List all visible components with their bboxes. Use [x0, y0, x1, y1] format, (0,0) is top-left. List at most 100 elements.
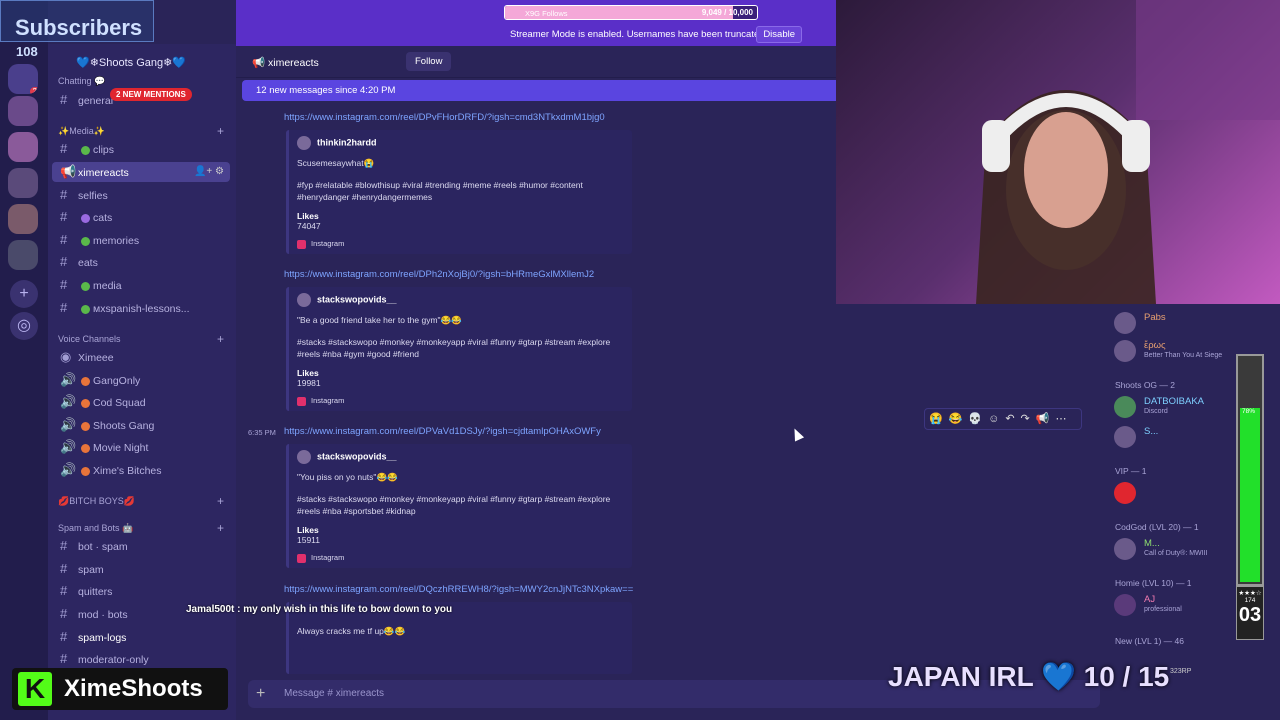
- server-name[interactable]: 💙❄Shoots Gang❄💙: [76, 56, 186, 69]
- server-icon[interactable]: 2: [8, 64, 38, 94]
- embed-author[interactable]: stackswopovids__: [297, 293, 624, 307]
- channel-moderator-only[interactable]: # moderator-only: [52, 649, 230, 669]
- goal-number: 03: [1238, 604, 1262, 626]
- avatar: [1114, 396, 1136, 418]
- role-header: VIP — 1: [1115, 466, 1147, 476]
- embed-likes-label: Likes: [297, 525, 319, 535]
- server-icon[interactable]: [8, 132, 38, 162]
- channel-ximereacts[interactable]: 📢 ximereacts 👤+ ⚙: [52, 162, 230, 182]
- message-actions-toolbar[interactable]: 😭😂💀☺↶↷📢⋯: [924, 408, 1082, 430]
- channel-eats[interactable]: # eats: [52, 252, 230, 272]
- follow-goal-bar: X9G Follows 9,049 / 10,000: [504, 5, 758, 20]
- goal-progress-fill: [1240, 408, 1260, 582]
- streamer-mode-text: Streamer Mode is enabled. Usernames have…: [510, 29, 768, 40]
- add-channel-icon[interactable]: +: [217, 521, 224, 535]
- channel-spam-logs[interactable]: # spam-logs: [52, 627, 230, 647]
- voice-channel-ximeee[interactable]: ◉ Ximeee: [52, 347, 230, 367]
- add-server-icon[interactable]: +: [10, 280, 38, 308]
- follow-goal-count: 9,049 / 10,000: [701, 8, 753, 17]
- webcam-overlay: [836, 0, 1280, 304]
- brand-name: XimeShoots: [64, 675, 203, 702]
- add-channel-icon[interactable]: +: [217, 124, 224, 138]
- streamer-mode-banner: Streamer Mode is enabled. Usernames have…: [236, 22, 836, 46]
- follow-button[interactable]: Follow: [406, 52, 452, 71]
- goal-progress-bar: 78%: [1236, 354, 1264, 586]
- server-icon[interactable]: [8, 240, 38, 270]
- instagram-embed: thinkin2hardd Scusemesaywhat😭 #fyp #rela…: [286, 130, 632, 254]
- embed-description: Always cracks me tf up😂😂: [297, 626, 406, 636]
- subscribers-widget: Subscribers: [0, 0, 154, 42]
- channel-title: 📢 ximereacts: [252, 57, 319, 69]
- channel-clips[interactable]: # clips: [52, 139, 230, 159]
- category-media[interactable]: ✨Media✨: [58, 126, 105, 137]
- disable-streamer-mode-button[interactable]: Disable: [756, 26, 802, 43]
- embed-likes-label: Likes: [297, 368, 319, 378]
- voice-channel-codsquad[interactable]: 🔊 Cod Squad: [52, 392, 230, 412]
- channel-memories[interactable]: # memories: [52, 230, 230, 250]
- embed-author[interactable]: thinkin2hardd: [297, 136, 624, 150]
- embed-tags: #stacks #stackswopo #monkey #monkeyapp #…: [297, 494, 611, 516]
- subscribers-label: Subscribers: [15, 15, 143, 40]
- channel-spanish-lessons[interactable]: # ᴍxspanish-lessons...: [52, 298, 230, 318]
- channel-cats[interactable]: # cats: [52, 207, 230, 227]
- embed-tags: #fyp #relatable #blowthisup #viral #tren…: [297, 180, 583, 202]
- category-bitch-boys[interactable]: 💋BITCH BOYS💋: [58, 496, 135, 507]
- message-link[interactable]: https://www.instagram.com/reel/DPh2nXojB…: [284, 269, 594, 280]
- message-link[interactable]: https://www.instagram.com/reel/DPvFHorDR…: [284, 112, 605, 123]
- new-messages-bar[interactable]: 12 new messages since 4:20 PM: [242, 80, 836, 101]
- avatar: [1114, 312, 1136, 334]
- chat-header: 📢 ximereacts Follow: [236, 46, 836, 78]
- role-header: New (LVL 1) — 46: [1115, 636, 1184, 646]
- embed-description: "Be a good friend take her to the gym"😂😂: [297, 315, 462, 325]
- goal-stars: ★★★☆: [1238, 590, 1262, 597]
- goal-count: 174: [1244, 597, 1256, 604]
- explore-icon[interactable]: ◎: [10, 312, 38, 340]
- stream-title-overlay: JAPAN IRL 💙 10 / 15: [888, 661, 1170, 692]
- embed-description: Scusemesaywhat😭: [297, 158, 375, 168]
- subscribers-count: 108: [16, 44, 38, 59]
- channel-spam[interactable]: # spam: [52, 559, 230, 579]
- voice-channel-ximes-bitches[interactable]: 🔊 Xime's Bitches: [52, 460, 230, 480]
- goal-counter: ★★★☆ 174 03: [1236, 586, 1264, 640]
- voice-channel-gangonly[interactable]: 🔊 GangOnly: [52, 370, 230, 390]
- voice-channel-shootsgang[interactable]: 🔊 Shoots Gang: [52, 415, 230, 435]
- attach-plus-icon[interactable]: +: [256, 680, 265, 708]
- kick-brand-banner: K XimeShoots: [12, 668, 228, 710]
- channel-selfies[interactable]: # selfies: [52, 185, 230, 205]
- instagram-icon: Instagram: [297, 239, 624, 249]
- message-link[interactable]: https://www.instagram.com/reel/DPVaVd1DS…: [284, 426, 601, 437]
- goal-target-label: 323RP: [1170, 668, 1192, 675]
- role-header: Shoots OG — 2: [1115, 380, 1175, 390]
- follow-goal-label: X9G Follows: [525, 9, 568, 18]
- channel-bot-spam[interactable]: # bot · spam: [52, 536, 230, 556]
- server-rail: 2 + ◎: [0, 0, 48, 720]
- channel-media[interactable]: # media: [52, 275, 230, 295]
- embed-likes-value: 19981: [297, 378, 321, 388]
- embed-description: "You piss on yo nuts"😂😂: [297, 472, 398, 482]
- goal-percent: 78%: [1242, 408, 1256, 415]
- new-mentions-pill[interactable]: 2 NEW MENTIONS: [110, 88, 192, 101]
- voice-channel-movienight[interactable]: 🔊 Movie Night: [52, 437, 230, 457]
- instagram-embed: stackswopovids__ "You piss on yo nuts"😂😂…: [286, 444, 632, 568]
- channel-settings-icon[interactable]: 👤+ ⚙: [194, 162, 224, 182]
- message-link[interactable]: https://www.instagram.com/reel/DQczhRREW…: [284, 584, 633, 595]
- kick-logo-icon: K: [18, 672, 52, 706]
- category-spam-bots[interactable]: Spam and Bots 🤖: [58, 523, 133, 534]
- add-channel-icon[interactable]: +: [217, 494, 224, 508]
- instagram-icon: Instagram: [297, 553, 624, 563]
- channel-quitters[interactable]: # quitters: [52, 581, 230, 601]
- add-voice-channel-icon[interactable]: +: [217, 332, 224, 346]
- role-header: CodGod (LVL 20) — 1: [1115, 522, 1199, 532]
- embed-likes-value: 15911: [297, 535, 321, 545]
- server-icon[interactable]: [8, 204, 38, 234]
- embed-likes-value: 74047: [297, 221, 321, 231]
- category-voice[interactable]: Voice Channels: [58, 334, 121, 344]
- category-chatting[interactable]: Chatting 💬: [58, 76, 105, 87]
- instagram-icon: Instagram: [297, 396, 624, 406]
- avatar: [1114, 538, 1136, 560]
- server-icon[interactable]: [8, 96, 38, 126]
- server-icon[interactable]: [8, 168, 38, 198]
- discord-icon: [1114, 482, 1136, 504]
- role-header: Homie (LVL 10) — 1: [1115, 578, 1192, 588]
- embed-author[interactable]: stackswopovids__: [297, 450, 624, 464]
